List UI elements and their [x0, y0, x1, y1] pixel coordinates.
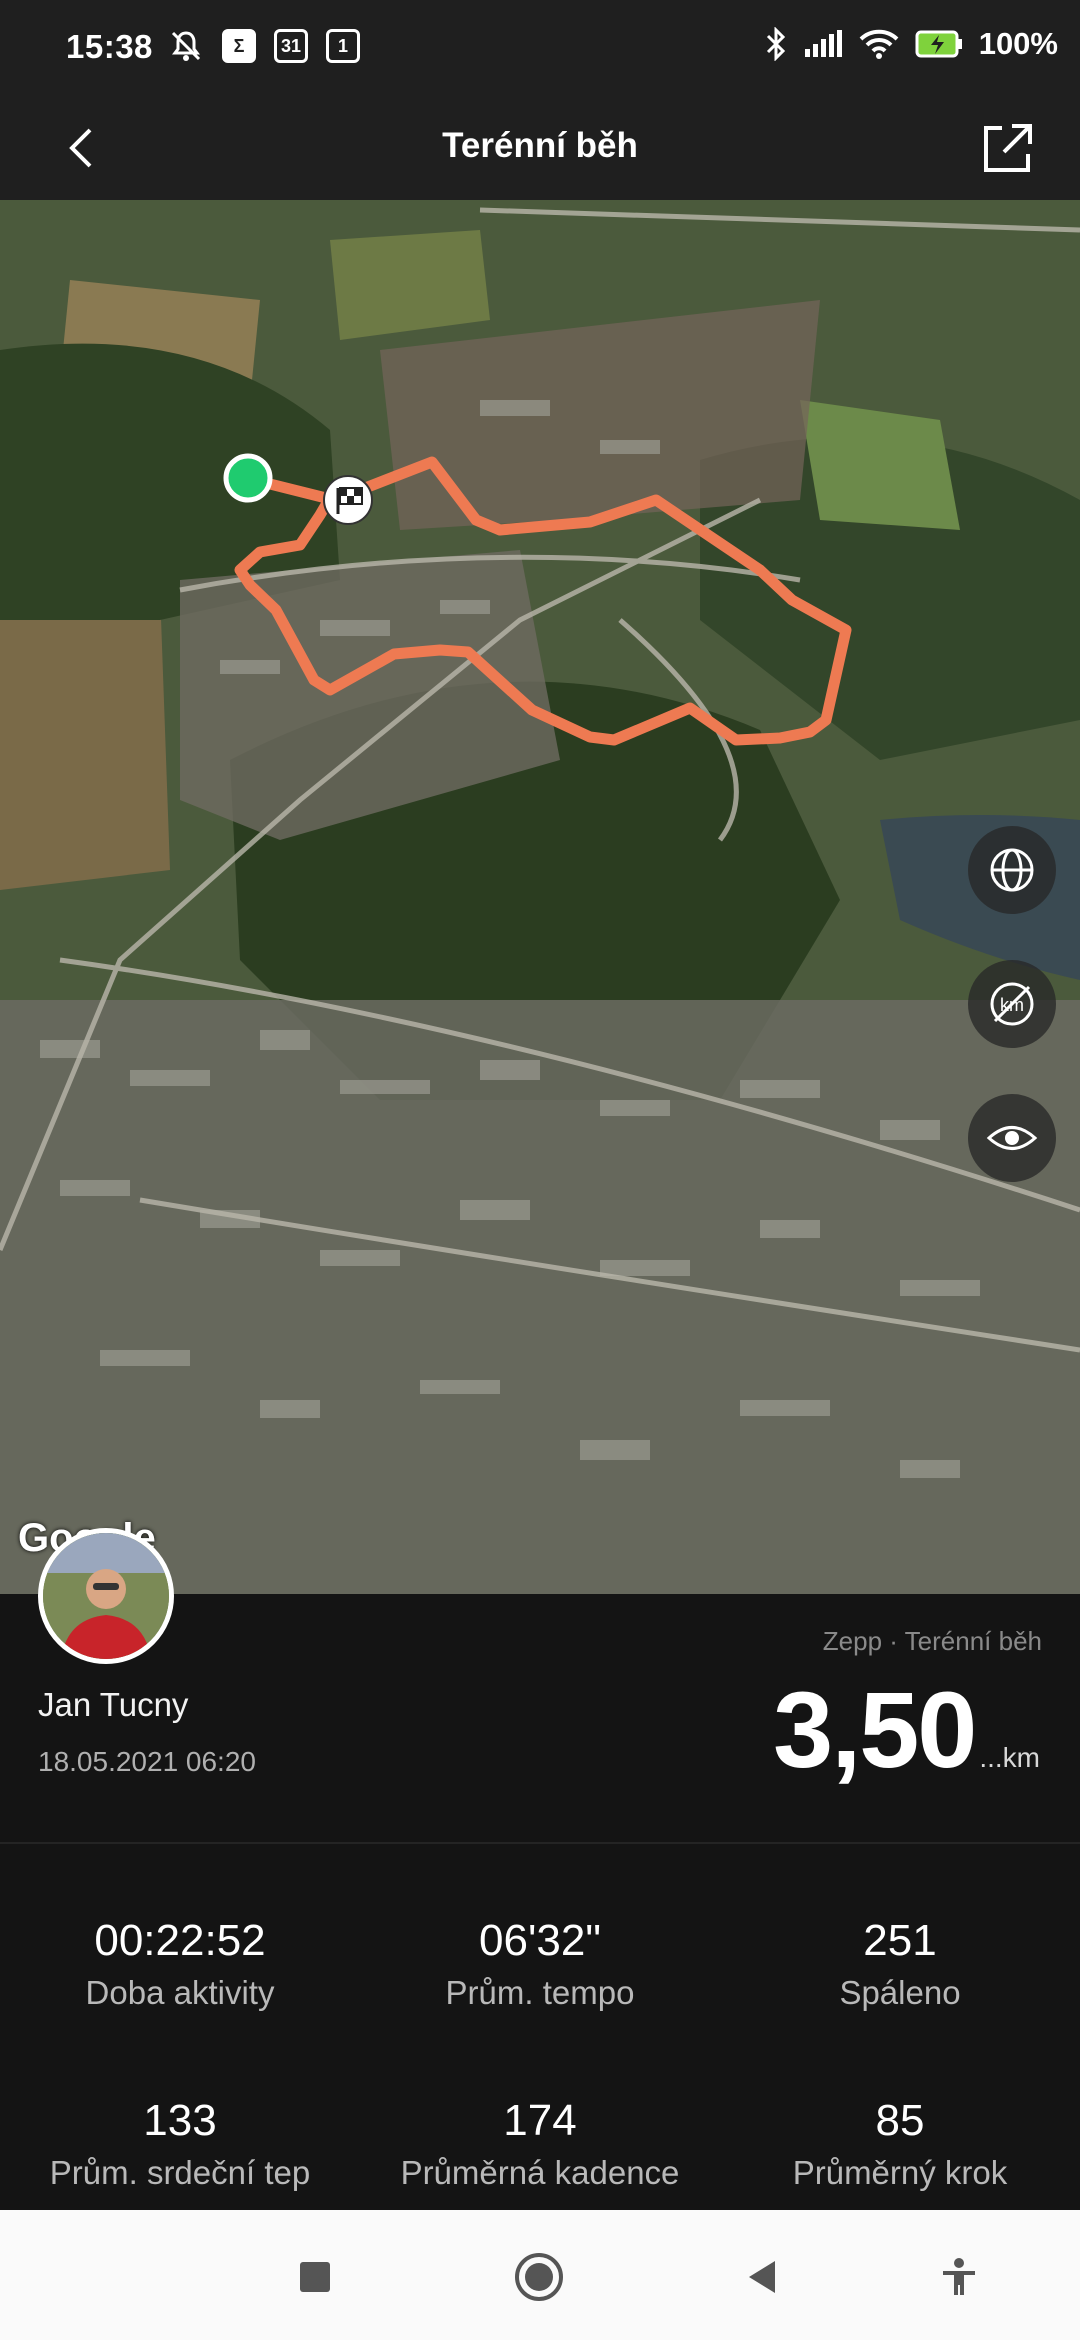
distance-value: 3,50: [773, 1669, 977, 1790]
field: [0, 590, 170, 890]
km-markers-toggle[interactable]: km: [968, 960, 1056, 1048]
status-bar: 15:38 Σ 31 1 100%: [0, 0, 1080, 96]
recents-square-icon: [300, 2262, 330, 2292]
stat-label: Prům. srdeční tep: [49, 2154, 311, 2191]
signal-icon: [804, 30, 842, 57]
stat-pace: 06'32" Prům. tempo: [360, 1916, 720, 2012]
route-map[interactable]: km Google: [0, 200, 1080, 1594]
battery-percent: 100%: [978, 26, 1058, 61]
calendar-icon: 31: [274, 29, 308, 63]
home-circle-icon: [515, 2253, 563, 2301]
stat-value: 133: [143, 2096, 217, 2145]
stat-value: 06'32": [479, 1916, 601, 1965]
km-toggle-icon: km: [990, 982, 1034, 1026]
accessibility-icon: [943, 2258, 975, 2295]
recents-button[interactable]: [280, 2242, 350, 2312]
stat-value: 174: [503, 2096, 577, 2145]
stat-label: Prům. tempo: [445, 1974, 635, 2011]
stats-grid: 00:22:52 Doba aktivity 06'32" Prům. temp…: [0, 1844, 1080, 2210]
mute-icon: [171, 31, 201, 61]
stat-label: Doba aktivity: [85, 1974, 275, 2011]
distance-unit: ...km: [979, 1742, 1040, 1773]
activity-datetime: 18.05.2021 06:20: [38, 1746, 256, 1777]
status-notification-icons: Σ 31 1: [168, 28, 360, 64]
page-title: Terénní běh: [442, 126, 638, 165]
share-button[interactable]: [972, 114, 1042, 184]
badge-icon: 1: [326, 29, 360, 63]
stat-label: Průměrný krok: [792, 2154, 1008, 2191]
battery-charging-icon: [915, 30, 962, 58]
stat-calories: 251 Spáleno: [720, 1916, 1080, 2012]
system-nav-bar: [0, 2210, 1080, 2340]
stat-label: Spáleno: [839, 1974, 961, 2011]
user-name: Jan Tucny: [38, 1686, 189, 1723]
nav-back-button[interactable]: [728, 2242, 798, 2312]
stat-heart-rate: 133 Prům. srdeční tep: [0, 2096, 360, 2192]
sigma-icon: Σ: [222, 29, 256, 63]
wifi-icon: [859, 29, 899, 59]
accessibility-button[interactable]: [924, 2242, 994, 2312]
start-marker: [223, 453, 273, 503]
status-system-icons: 100%: [765, 26, 1058, 62]
avatar[interactable]: [38, 1528, 174, 1664]
map-layer-button[interactable]: [968, 826, 1056, 914]
finish-flag-marker: [323, 475, 373, 525]
eye-icon: [986, 1126, 1038, 1150]
stat-stride: 85 Průměrný krok: [720, 2096, 1080, 2192]
activity-source: Zepp · Terénní běh: [822, 1626, 1042, 1656]
stat-duration: 00:22:52 Doba aktivity: [0, 1916, 360, 2012]
share-icon: [984, 124, 1032, 172]
status-time: 15:38: [66, 28, 153, 65]
back-triangle-icon: [749, 2261, 775, 2293]
stat-value: 00:22:52: [94, 1916, 266, 1965]
user-photo: [43, 1533, 169, 1659]
bluetooth-icon: [766, 27, 785, 61]
satellite-map: [0, 200, 1080, 1594]
stat-label: Průměrná kadence: [400, 2154, 680, 2191]
globe-icon: [990, 848, 1034, 892]
stat-cadence: 174 Průměrná kadence: [360, 2096, 720, 2192]
stat-value: 251: [863, 1916, 937, 1965]
stat-value: 85: [875, 2096, 925, 2145]
visibility-toggle[interactable]: [968, 1094, 1056, 1182]
distance-display: 3,50 ...km: [773, 1676, 1040, 1784]
home-button[interactable]: [504, 2242, 574, 2312]
app-header: Terénní běh: [0, 96, 1080, 200]
